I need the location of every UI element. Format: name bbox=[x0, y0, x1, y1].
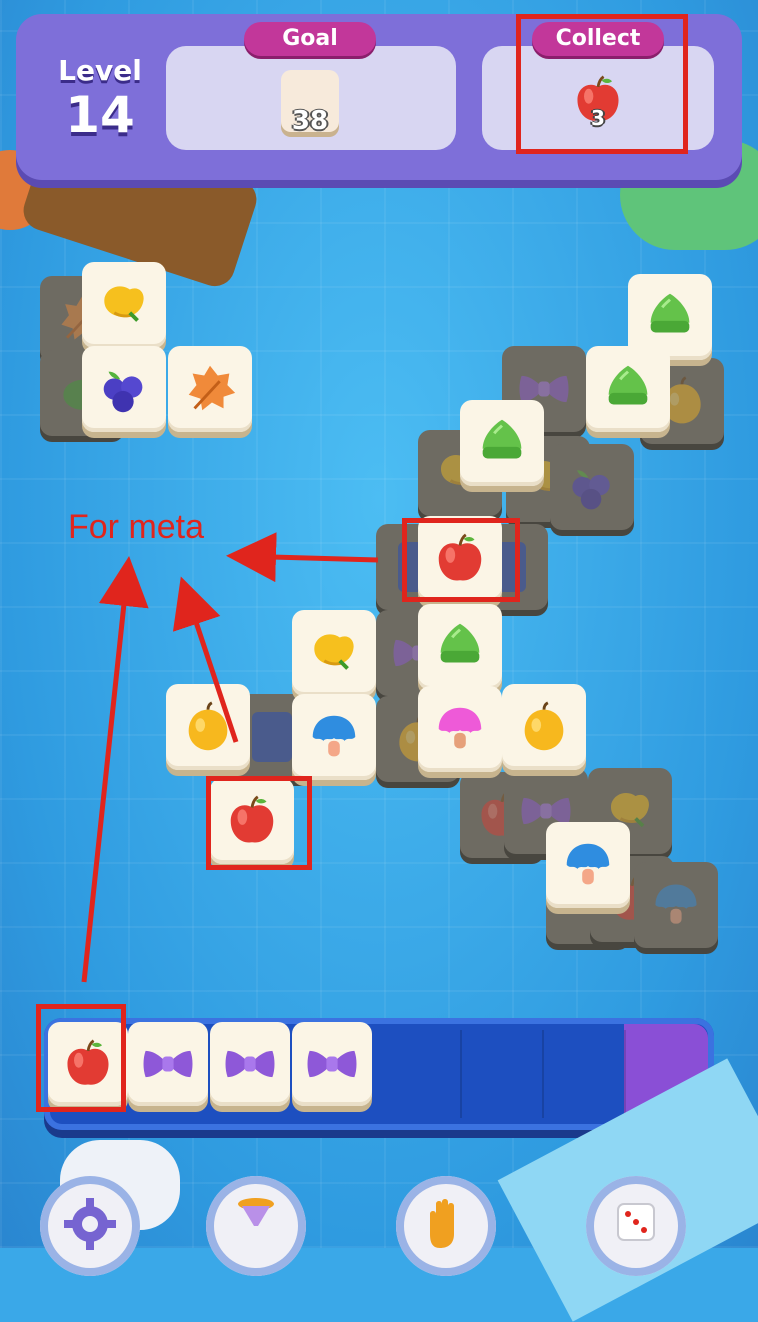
apple-tile-highlight-box bbox=[402, 518, 520, 602]
dice-icon bbox=[617, 1203, 655, 1241]
tile-mushroom[interactable] bbox=[546, 822, 630, 908]
tray-slot-divider bbox=[624, 1030, 626, 1118]
tile-lemon[interactable] bbox=[166, 684, 250, 770]
tile-blueberry bbox=[550, 444, 634, 530]
tray-slot-divider bbox=[460, 1030, 462, 1118]
gear-icon bbox=[64, 1198, 116, 1250]
level-number: 14 bbox=[65, 86, 135, 144]
apple-tile-highlight-box bbox=[206, 776, 312, 870]
glove-button[interactable] bbox=[396, 1176, 496, 1276]
tray-tile-bow bbox=[292, 1022, 372, 1106]
tray-tile-bow bbox=[128, 1022, 208, 1106]
tile-mushroom[interactable] bbox=[292, 694, 376, 780]
tile-lemon[interactable] bbox=[502, 684, 586, 770]
tile-tulip[interactable] bbox=[292, 610, 376, 696]
tile-cupcake[interactable] bbox=[418, 604, 502, 690]
annotation-label: For meta bbox=[68, 508, 205, 546]
tile-leaf[interactable] bbox=[168, 346, 252, 432]
goal-count: 38 bbox=[291, 106, 329, 136]
tile-mushroom bbox=[634, 862, 718, 948]
tray-slot-divider bbox=[542, 1030, 544, 1118]
tray-tile-bow bbox=[210, 1022, 290, 1106]
tile-icecream[interactable] bbox=[418, 686, 502, 772]
settings-button[interactable] bbox=[40, 1176, 140, 1276]
tile-tulip[interactable] bbox=[82, 262, 166, 348]
tray-apple-highlight-box bbox=[36, 1004, 126, 1112]
level-label: Level bbox=[58, 54, 142, 87]
dice-button[interactable] bbox=[586, 1176, 686, 1276]
tile-cupcake[interactable] bbox=[460, 400, 544, 486]
collect-highlight-box bbox=[516, 14, 688, 154]
tile-blueberry[interactable] bbox=[82, 346, 166, 432]
hourglass-icon bbox=[238, 1198, 274, 1226]
glove-icon bbox=[430, 1199, 454, 1248]
goal-title: Goal bbox=[244, 22, 376, 56]
hourglass-button[interactable] bbox=[206, 1176, 306, 1276]
tile-cupcake[interactable] bbox=[586, 346, 670, 432]
